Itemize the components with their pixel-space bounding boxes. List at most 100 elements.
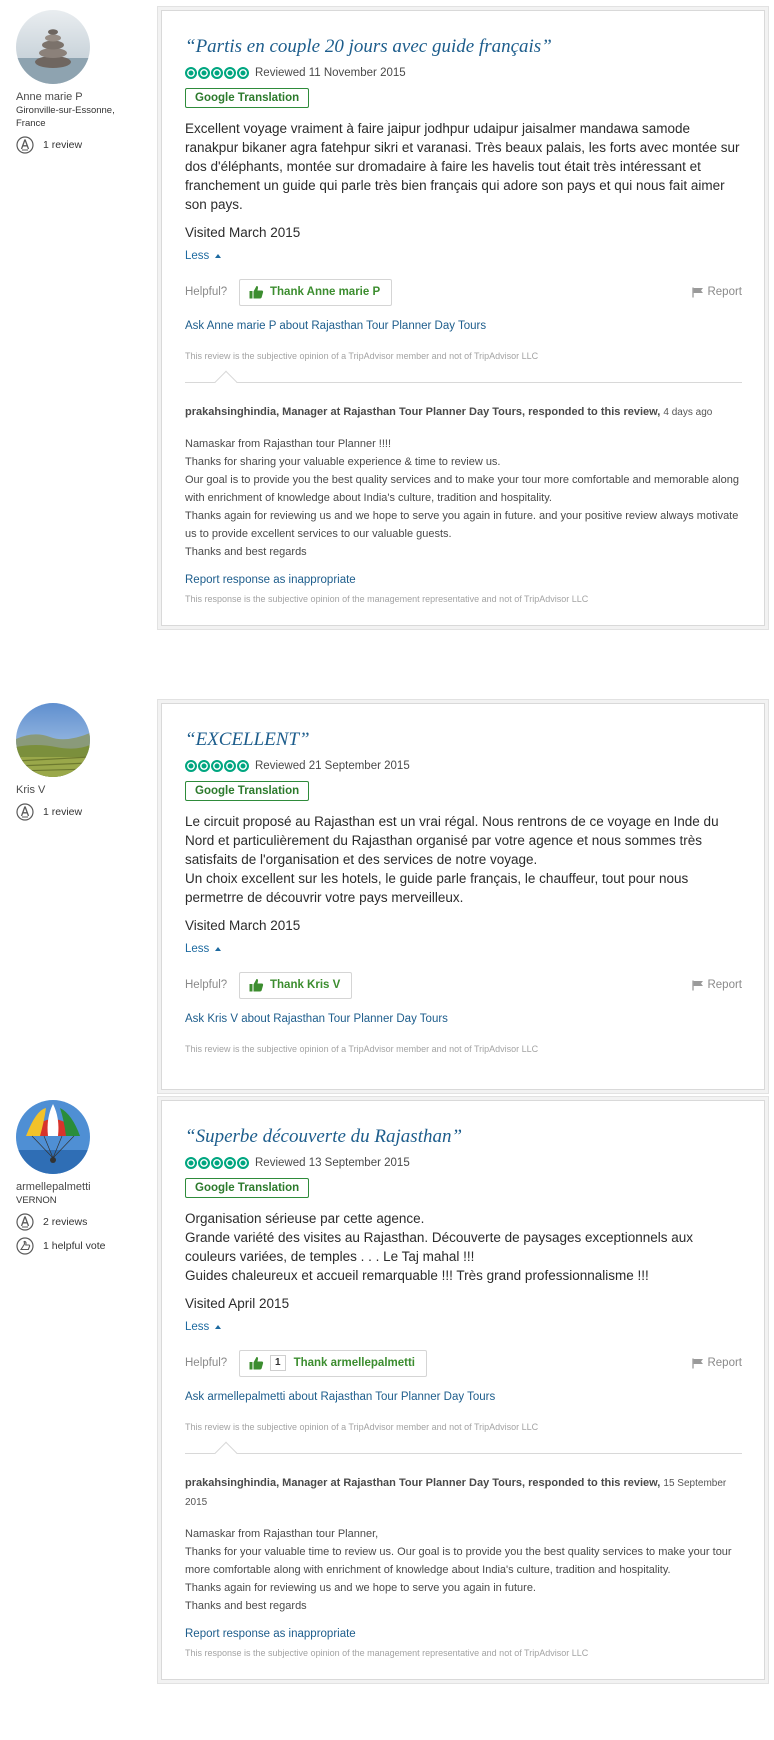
avatar[interactable]: [16, 1100, 90, 1174]
review-count-badge[interactable]: 2 reviews: [16, 1213, 146, 1231]
review-count-badge[interactable]: 1 review: [16, 803, 146, 821]
rating-bubble-icon: [211, 1156, 223, 1169]
helpful-row: Helpful? 1 Thank armellepalmetti Report: [185, 1349, 742, 1377]
response-disclaimer: This response is the subjective opinion …: [185, 594, 589, 604]
thank-count: 1: [270, 1355, 286, 1371]
ask-reviewer-link[interactable]: Ask Kris V about Rajasthan Tour Planner …: [185, 1012, 742, 1026]
rating-bubble-icon: [237, 66, 249, 79]
member-name[interactable]: Anne marie P: [16, 90, 146, 104]
caret-up-icon: [215, 254, 222, 258]
thank-button[interactable]: 1 Thank armellepalmetti: [239, 1349, 427, 1377]
less-label: Less: [185, 943, 210, 955]
visited-date: Visited March 2015: [185, 918, 301, 933]
management-response: prakahsinghindia, Manager at Rajasthan T…: [185, 1441, 742, 1679]
response-author: prakahsinghindia, Manager at Rajasthan T…: [185, 1477, 661, 1489]
member-name[interactable]: Kris V: [16, 783, 146, 797]
google-translation-button[interactable]: Google Translation: [185, 781, 310, 801]
flag-icon: [692, 980, 704, 991]
badge-label: 1 review: [43, 139, 83, 151]
avatar[interactable]: [16, 703, 90, 777]
member-location: VERNON: [16, 1195, 57, 1206]
less-toggle[interactable]: Less: [185, 249, 222, 263]
ask-reviewer-link[interactable]: Ask Anne marie P about Rajasthan Tour Pl…: [185, 319, 742, 333]
response-date: 4 days ago: [663, 407, 713, 418]
rating-bubble-icon: [185, 1156, 197, 1169]
helpful-votes-badge[interactable]: 1 helpful vote: [16, 1237, 146, 1255]
response-notch: [214, 370, 238, 394]
review-card: “Partis en couple 20 jours avec guide fr…: [161, 10, 765, 626]
review-date: Reviewed 21 September 2015: [255, 759, 410, 772]
less-toggle[interactable]: Less: [185, 942, 222, 956]
rating-row: Reviewed 13 September 2015: [185, 1155, 742, 1170]
rating-bubble-icon: [224, 66, 236, 79]
thumbs-up-icon: [249, 1356, 264, 1370]
member-info: Anne marie P Gironville-sur-Essonne, Fra…: [16, 10, 146, 154]
less-toggle[interactable]: Less: [185, 1320, 222, 1334]
reviewer-badge-icon: [16, 803, 34, 821]
avatar[interactable]: [16, 10, 90, 84]
rating-row: Reviewed 21 September 2015: [185, 758, 742, 773]
rating-bubble-icon: [211, 759, 223, 772]
review-disclaimer: This review is the subjective opinion of…: [185, 1044, 539, 1054]
review-title[interactable]: “EXCELLENT”: [185, 728, 742, 752]
thank-label: Thank Kris V: [270, 979, 341, 991]
badge-label: 1 review: [43, 806, 83, 818]
review-date: Reviewed 13 September 2015: [255, 1156, 410, 1169]
member-name[interactable]: armellepalmetti: [16, 1180, 146, 1194]
rating-bubbles: [185, 759, 249, 772]
visited-date: Visited April 2015: [185, 1296, 290, 1311]
response-text: Namaskar from Rajasthan tour Planner !!!…: [185, 435, 742, 561]
rating-bubble-icon: [198, 1156, 210, 1169]
google-translation-button[interactable]: Google Translation: [185, 88, 310, 108]
review-disclaimer: This review is the subjective opinion of…: [185, 351, 539, 361]
visited-date: Visited March 2015: [185, 225, 301, 240]
review-card: “Superbe découverte du Rajasthan” Review…: [161, 1100, 765, 1680]
badge-label: 1 helpful vote: [43, 1240, 106, 1252]
response-header: prakahsinghindia, Manager at Rajasthan T…: [185, 403, 742, 422]
response-line: Namaskar from Rajasthan tour Planner,: [185, 1528, 379, 1540]
rating-bubble-icon: [198, 759, 210, 772]
badge-label: 2 reviews: [43, 1216, 88, 1228]
rating-bubble-icon: [211, 66, 223, 79]
review-count-badge[interactable]: 1 review: [16, 136, 146, 154]
response-line: Thanks again for reviewing us and we hop…: [185, 510, 739, 540]
helpful-label: Helpful?: [185, 979, 228, 991]
rating-row: Reviewed 11 November 2015: [185, 65, 742, 80]
response-author: prakahsinghindia, Manager at Rajasthan T…: [185, 406, 661, 418]
thumbs-up-icon: [249, 978, 264, 992]
ask-reviewer-link[interactable]: Ask armellepalmetti about Rajasthan Tour…: [185, 1390, 742, 1404]
thank-label: Thank Anne marie P: [270, 286, 381, 298]
review-date: Reviewed 11 November 2015: [255, 66, 406, 79]
review-title[interactable]: “Partis en couple 20 jours avec guide fr…: [185, 35, 742, 59]
thank-button[interactable]: Thank Anne marie P: [239, 278, 393, 306]
review-text: Le circuit proposé au Rajasthan est un v…: [185, 814, 719, 905]
rating-bubble-icon: [224, 759, 236, 772]
rating-bubbles: [185, 1156, 249, 1169]
response-line: Our goal is to provide you the best qual…: [185, 474, 739, 504]
response-notch: [214, 1441, 238, 1465]
rating-bubble-icon: [185, 759, 197, 772]
reviewer-badge-icon: [16, 1213, 34, 1231]
management-response: prakahsinghindia, Manager at Rajasthan T…: [185, 370, 742, 625]
rating-bubble-icon: [198, 66, 210, 79]
helpful-label: Helpful?: [185, 286, 228, 298]
review-disclaimer: This review is the subjective opinion of…: [185, 1422, 539, 1432]
review-title[interactable]: “Superbe découverte du Rajasthan”: [185, 1125, 742, 1149]
report-button[interactable]: Report: [692, 286, 742, 298]
review-text: Organisation sérieuse par cette agence. …: [185, 1211, 694, 1283]
report-label: Report: [707, 1357, 742, 1369]
helpful-row: Helpful? Thank Kris V Report: [185, 971, 742, 999]
response-line: Thanks and best regards: [185, 546, 307, 558]
rating-bubbles: [185, 66, 249, 79]
report-button[interactable]: Report: [692, 979, 742, 991]
thank-label: Thank armellepalmetti: [293, 1357, 415, 1369]
rating-bubble-icon: [237, 759, 249, 772]
google-translation-button[interactable]: Google Translation: [185, 1178, 310, 1198]
report-response-link[interactable]: Report response as inappropriate: [185, 1627, 742, 1641]
report-button[interactable]: Report: [692, 1357, 742, 1369]
thank-button[interactable]: Thank Kris V: [239, 971, 353, 999]
thumbs-up-icon: [249, 285, 264, 299]
less-label: Less: [185, 1321, 210, 1333]
response-header: prakahsinghindia, Manager at Rajasthan T…: [185, 1474, 742, 1512]
report-response-link[interactable]: Report response as inappropriate: [185, 573, 742, 587]
